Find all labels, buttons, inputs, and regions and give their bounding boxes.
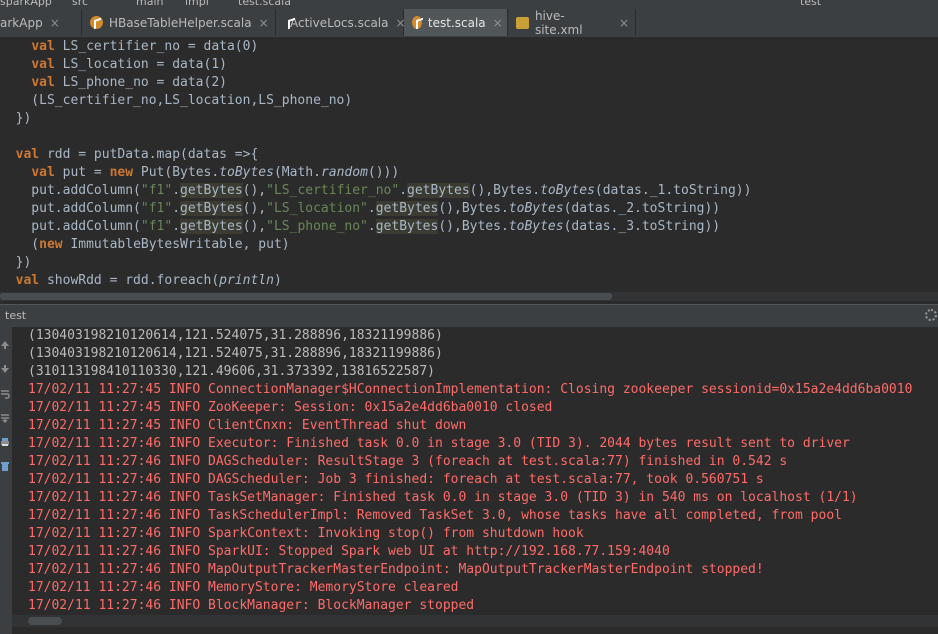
navigation-bar: sparkApp src main impl test.scala test <box>0 0 938 9</box>
crumb-project[interactable]: sparkApp <box>0 0 52 8</box>
crumb-main[interactable]: main <box>136 0 163 8</box>
up-arrow-icon[interactable] <box>0 340 10 350</box>
tab-label: arkApp <box>0 15 43 30</box>
trash-icon[interactable] <box>0 461 10 471</box>
console-log-line: 17/02/11 11:27:46 INFO MapOutputTrackerM… <box>28 562 764 577</box>
down-arrow-icon[interactable] <box>0 364 10 374</box>
code-line: (new ImmutableBytesWritable, put) <box>0 237 290 252</box>
console-log-line: 17/02/11 11:27:46 INFO TaskSchedulerImpl… <box>28 508 842 523</box>
scroll-to-end-icon[interactable] <box>0 413 10 423</box>
console-output[interactable]: (130403198210120614,121.524075,31.288896… <box>12 327 938 615</box>
code-line: }) <box>0 255 32 270</box>
console-log-line: 17/02/11 11:27:46 INFO DAGScheduler: Job… <box>28 472 764 487</box>
editor-horizontal-scrollbar[interactable] <box>0 292 938 301</box>
scrollbar-thumb[interactable] <box>28 617 62 625</box>
code-line: put.addColumn("f1".getBytes(),"LS_phone_… <box>0 219 721 234</box>
console-log-line: 17/02/11 11:27:46 INFO MemoryStore: Memo… <box>28 580 459 595</box>
crumb-src[interactable]: src <box>72 0 88 8</box>
xml-file-icon <box>516 16 529 29</box>
code-line: val rdd = putData.map(datas =>{ <box>15 147 259 162</box>
scala-file-icon <box>90 16 103 29</box>
soft-wrap-icon[interactable] <box>0 389 10 399</box>
code-line: val LS_location = data(1) <box>31 57 227 72</box>
tab-label: HBaseTableHelper.scala <box>109 15 252 30</box>
console-output-line: (130403198210120614,121.524075,31.288896… <box>28 346 443 361</box>
run-panel-title[interactable]: test <box>5 309 26 322</box>
console-log-line: 17/02/11 11:27:46 INFO DAGScheduler: Res… <box>28 454 788 469</box>
console-log-line: 17/02/11 11:27:45 INFO ZooKeeper: Sessio… <box>28 400 553 415</box>
console-log-line: 17/02/11 11:27:45 INFO ConnectionManager… <box>28 382 913 397</box>
code-line: (LS_certifier_no,LS_location,LS_phone_no… <box>0 93 353 108</box>
console-log-line: 17/02/11 11:27:45 INFO ClientCnxn: Event… <box>28 418 467 433</box>
close-icon[interactable] <box>493 16 504 30</box>
console-horizontal-scrollbar[interactable] <box>12 615 938 627</box>
console-output-line: (130403198210120614,121.524075,31.288896… <box>28 328 443 343</box>
code-line: val showRdd = rdd.foreach(println) <box>15 273 282 288</box>
code-line: val LS_phone_no = data(2) <box>31 75 227 90</box>
tab-hbasetablehelper[interactable]: HBaseTableHelper.scala <box>82 9 276 36</box>
tab-hive-site[interactable]: hive-site.xml <box>508 8 636 37</box>
tab-label: hive-site.xml <box>534 8 583 37</box>
close-icon[interactable] <box>50 16 60 30</box>
console-log-line: 17/02/11 11:27:46 INFO SparkContext: Inv… <box>28 526 584 541</box>
print-icon[interactable] <box>0 437 10 447</box>
console-log-line: 17/02/11 11:27:46 INFO BlockManager: Blo… <box>28 598 475 613</box>
code-editor[interactable]: val LS_certifier_no = data(0) val LS_loc… <box>0 38 938 292</box>
run-config-select[interactable]: test <box>800 0 821 8</box>
console-log-line: 17/02/11 11:27:46 INFO TaskSetManager: F… <box>28 490 858 505</box>
console-output-line: (310113198410110330,121.49606,31.373392,… <box>28 364 435 379</box>
crumb-impl[interactable]: impl <box>185 0 209 8</box>
close-icon[interactable] <box>619 16 629 30</box>
run-panel-toolbar <box>0 327 12 634</box>
crumb-file[interactable]: test.scala <box>238 0 291 8</box>
code-line: }) <box>0 111 32 126</box>
editor-tab-bar: arkApp HBaseTableHelper.scala ActiveLocs… <box>0 9 938 38</box>
code-line: put.addColumn("f1".getBytes(),"LS_certif… <box>0 183 752 198</box>
scrollbar-thumb[interactable] <box>0 293 612 300</box>
tab-activelocs[interactable]: ActiveLocs.scala <box>276 9 406 36</box>
console-log-line: 17/02/11 11:27:46 INFO SparkUI: Stopped … <box>28 544 670 559</box>
scala-file-icon <box>412 16 422 29</box>
tab-label: ActiveLocs.scala <box>290 15 389 30</box>
gear-icon[interactable] <box>925 309 937 321</box>
close-icon[interactable] <box>259 16 269 30</box>
console-log-line: 17/02/11 11:27:46 INFO Executor: Finishe… <box>28 436 850 451</box>
code-line: val put = new Put(Bytes.toBytes(Math.ran… <box>31 165 400 180</box>
code-line: val LS_certifier_no = data(0) <box>31 39 259 54</box>
run-panel-header: test <box>0 304 938 328</box>
tab-sparkapp[interactable]: arkApp <box>0 9 82 36</box>
tab-label: test.scala <box>427 15 486 30</box>
code-line: put.addColumn("f1".getBytes(),"LS_locati… <box>0 201 721 216</box>
tab-test-scala[interactable]: test.scala <box>404 9 508 36</box>
